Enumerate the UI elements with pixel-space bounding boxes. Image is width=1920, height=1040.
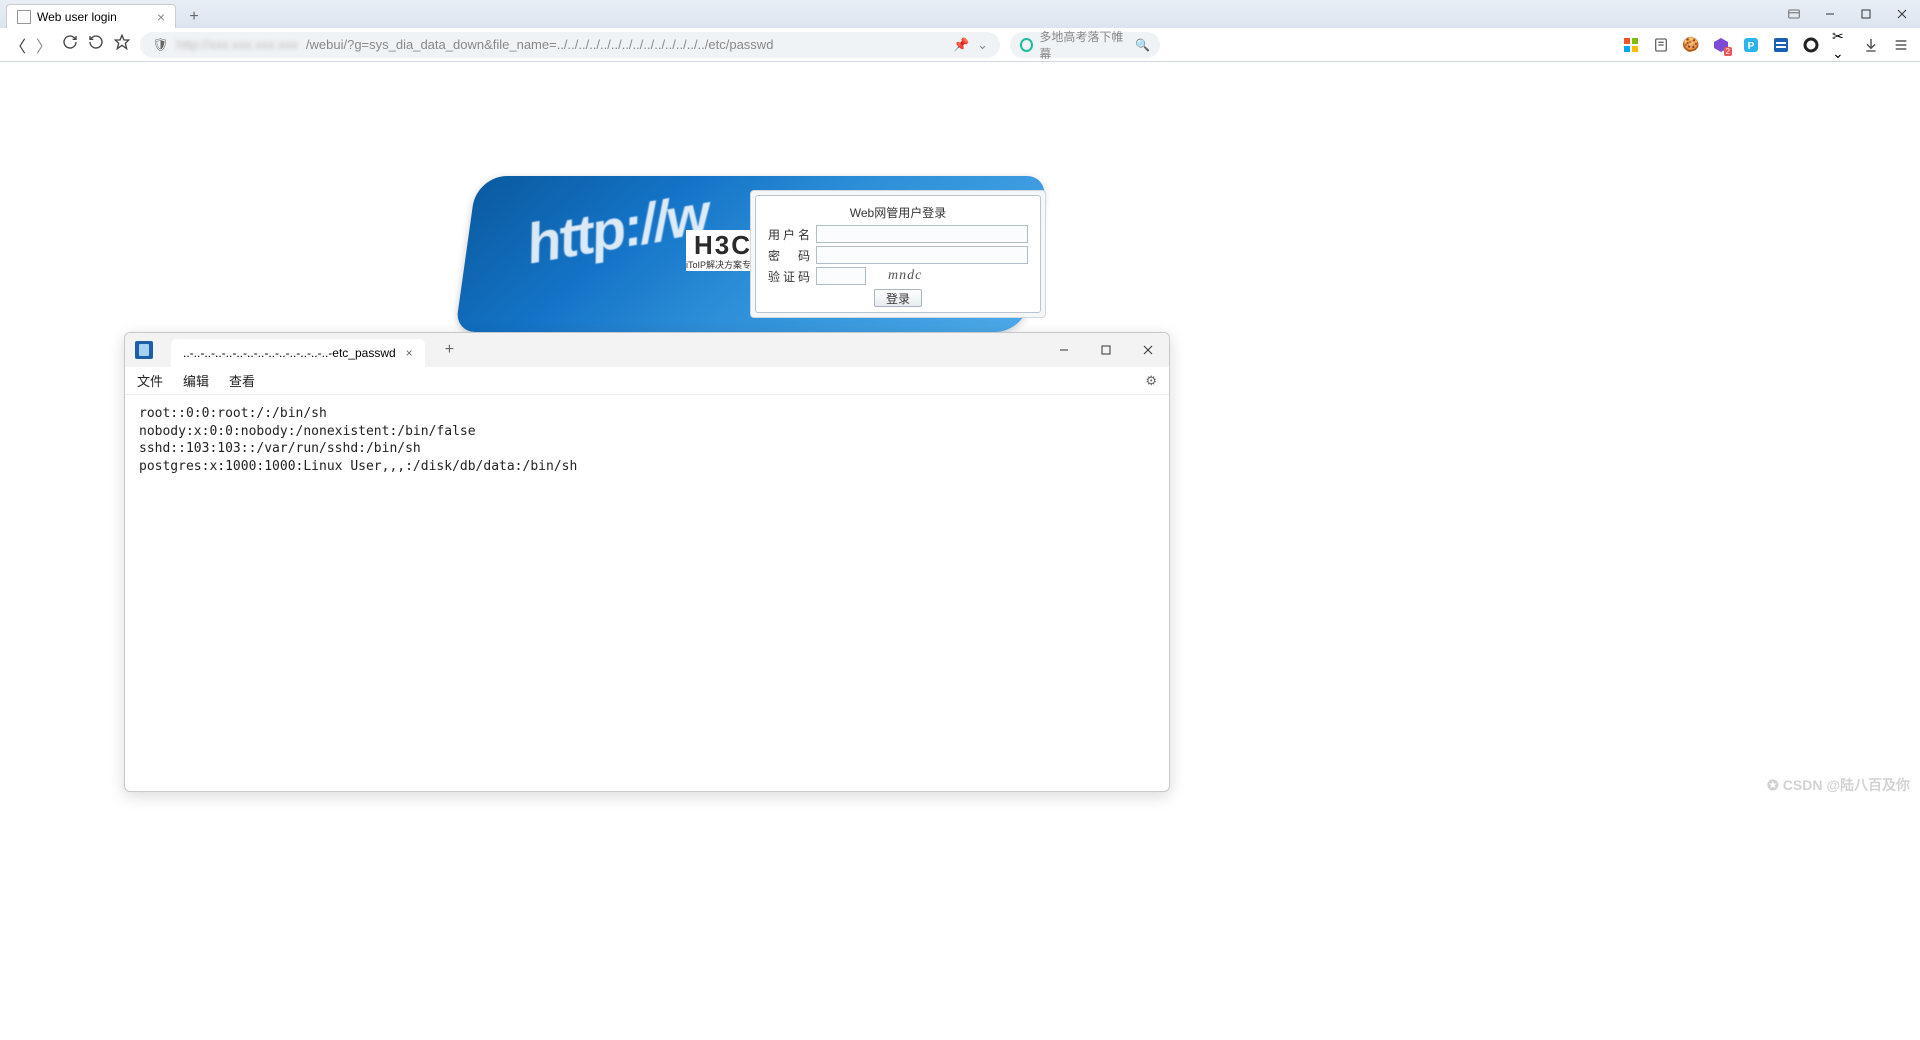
notepad-window: ..-..-..-..-..-..-..-..-..-..-..-..-..-.… [124,332,1170,792]
close-button[interactable] [1884,0,1920,28]
notepad-window-controls [1043,333,1169,367]
undo-button[interactable] [88,34,104,55]
forward-button[interactable]: 〉 [36,33,52,57]
notepad-maximize-button[interactable] [1085,333,1127,367]
browser-tab-strip: Web user login × + [0,0,1920,28]
captcha-label: 验证码 [768,268,810,285]
notepad-tab-name: ..-..-..-..-..-..-..-..-..-..-..-..-..-.… [183,346,396,360]
svg-text:P: P [1748,41,1755,52]
ext-purple-icon[interactable]: 2 [1712,36,1730,54]
tab-title: Web user login [37,10,117,24]
brand-block: H3C iToIP解决方案专家 [686,230,760,271]
search-placeholder: 多地高考落下帷幕 [1039,28,1129,62]
url-pin-icon[interactable]: 📌 [953,37,969,53]
favorite-button[interactable] [114,34,130,55]
ext-blue-icon[interactable]: P [1742,36,1760,54]
notepad-minimize-button[interactable] [1043,333,1085,367]
menu-icon[interactable] [1892,36,1910,54]
captcha-input[interactable] [816,267,866,285]
brand-logo: H3C [686,230,760,261]
notepad-app-icon [135,341,153,359]
notepad-menubar: 文件 编辑 查看 ⚙ [125,367,1169,395]
browser-window-controls [1776,0,1920,28]
url-hidden: http://xxx.xxx.xxx.xxx [177,37,298,52]
url-dropdown-icon[interactable]: ⌄ [977,37,988,53]
watermark: ✪ CSDN @陆八百及你 [1767,775,1910,795]
ext-ring-icon[interactable] [1802,36,1820,54]
reload-button[interactable] [62,34,78,55]
username-label: 用户名 [768,226,810,243]
menu-file[interactable]: 文件 [137,371,163,390]
notepad-content[interactable]: root::0:0:root:/:/bin/sh nobody:x:0:0:no… [125,395,1169,485]
browser-toolbar: 〈 〉 🛡 http://xxx.xxx.xxx.xxx/webui/?g=sy… [0,28,1920,62]
login-button[interactable]: 登录 [874,289,922,307]
new-tab-button[interactable]: + [182,8,206,26]
brand-slogan: iToIP解决方案专家 [686,258,760,271]
address-bar[interactable]: 🛡 http://xxx.xxx.xxx.xxx/webui/?g=sys_di… [140,32,1000,58]
password-label: 密 码 [768,247,810,264]
search-icon[interactable]: 🔍 [1135,38,1150,52]
password-input[interactable] [816,246,1028,264]
login-title: Web网管用户登录 [768,204,1028,221]
scissors-icon[interactable]: ✂ ⌄ [1832,36,1850,54]
ext-idm-icon[interactable] [1772,36,1790,54]
login-panel: Web网管用户登录 用户名 密 码 验证码 mndc 登录 [750,190,1046,318]
menu-view[interactable]: 查看 [229,371,255,390]
browser-tab-active[interactable]: Web user login × [6,4,176,28]
login-banner: H3C iToIP解决方案专家 Web网管用户登录 用户名 密 码 验证码 mn… [466,176,1036,332]
maximize-button[interactable] [1848,0,1884,28]
notepad-tab[interactable]: ..-..-..-..-..-..-..-..-..-..-..-..-..-.… [171,339,425,367]
ext-reward-icon[interactable] [1776,0,1812,28]
notepad-titlebar[interactable]: ..-..-..-..-..-..-..-..-..-..-..-..-..-.… [125,333,1169,367]
ms-apps-icon[interactable] [1622,36,1640,54]
search-box[interactable]: 多地高考落下帷幕 🔍 [1010,32,1160,58]
notepad-close-button[interactable] [1127,333,1169,367]
ext-cookie-icon[interactable]: 🍪 [1682,36,1700,54]
site-security-icon[interactable]: 🛡 [152,37,169,53]
username-input[interactable] [816,225,1028,243]
watermark-icon: ✪ [1767,777,1779,794]
settings-icon[interactable]: ⚙ [1145,373,1157,389]
tab-close-icon[interactable]: × [157,9,165,25]
captcha-image[interactable]: mndc [888,268,922,284]
download-icon[interactable] [1862,36,1880,54]
search-engine-icon [1020,38,1033,52]
notepad-tab-close-icon[interactable]: × [406,346,413,360]
notepad-new-tab-button[interactable]: + [445,341,454,359]
extension-row: 🍪 2 P ✂ ⌄ [1622,36,1910,54]
url-visible: /webui/?g=sys_dia_data_down&file_name=..… [306,37,774,52]
minimize-button[interactable] [1812,0,1848,28]
reader-icon[interactable] [1652,36,1670,54]
page-icon [17,10,31,24]
menu-edit[interactable]: 编辑 [183,371,209,390]
watermark-text: CSDN @陆八百及你 [1783,775,1910,795]
back-button[interactable]: 〈 [10,33,26,57]
